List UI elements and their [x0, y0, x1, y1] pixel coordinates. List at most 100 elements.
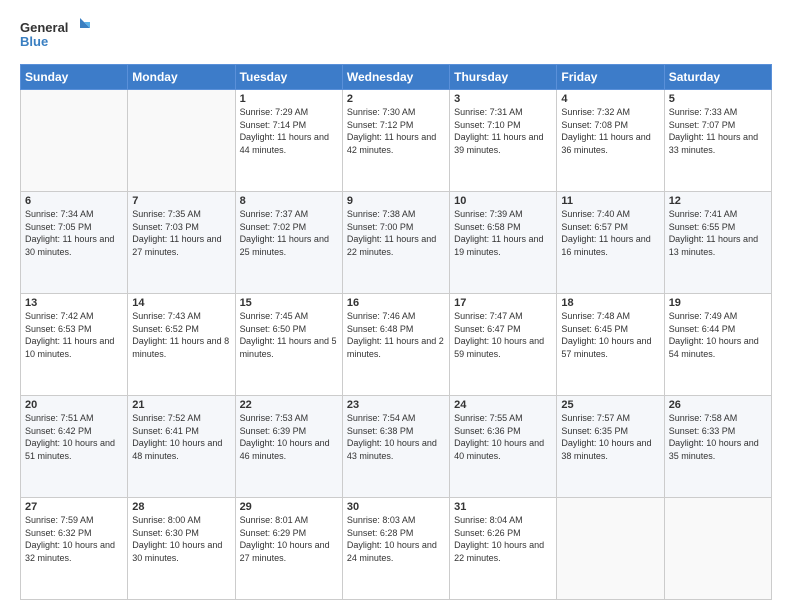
weekday-header-wednesday: Wednesday: [342, 65, 449, 90]
calendar-cell: 22Sunrise: 7:53 AM Sunset: 6:39 PM Dayli…: [235, 396, 342, 498]
day-info: Sunrise: 7:53 AM Sunset: 6:39 PM Dayligh…: [240, 412, 338, 462]
day-number: 13: [25, 297, 123, 309]
calendar-cell: [664, 498, 771, 600]
calendar-cell: 17Sunrise: 7:47 AM Sunset: 6:47 PM Dayli…: [450, 294, 557, 396]
day-info: Sunrise: 7:49 AM Sunset: 6:44 PM Dayligh…: [669, 310, 767, 360]
calendar-cell: 28Sunrise: 8:00 AM Sunset: 6:30 PM Dayli…: [128, 498, 235, 600]
calendar-cell: 4Sunrise: 7:32 AM Sunset: 7:08 PM Daylig…: [557, 90, 664, 192]
day-number: 5: [669, 93, 767, 105]
header: General Blue: [20, 16, 772, 54]
day-number: 2: [347, 93, 445, 105]
day-info: Sunrise: 7:55 AM Sunset: 6:36 PM Dayligh…: [454, 412, 552, 462]
day-info: Sunrise: 7:32 AM Sunset: 7:08 PM Dayligh…: [561, 106, 659, 156]
calendar-row: 13Sunrise: 7:42 AM Sunset: 6:53 PM Dayli…: [21, 294, 772, 396]
day-number: 25: [561, 399, 659, 411]
day-number: 14: [132, 297, 230, 309]
day-info: Sunrise: 7:54 AM Sunset: 6:38 PM Dayligh…: [347, 412, 445, 462]
day-info: Sunrise: 8:03 AM Sunset: 6:28 PM Dayligh…: [347, 514, 445, 564]
calendar-cell: 19Sunrise: 7:49 AM Sunset: 6:44 PM Dayli…: [664, 294, 771, 396]
calendar-row: 20Sunrise: 7:51 AM Sunset: 6:42 PM Dayli…: [21, 396, 772, 498]
day-info: Sunrise: 7:47 AM Sunset: 6:47 PM Dayligh…: [454, 310, 552, 360]
day-info: Sunrise: 7:48 AM Sunset: 6:45 PM Dayligh…: [561, 310, 659, 360]
day-info: Sunrise: 7:39 AM Sunset: 6:58 PM Dayligh…: [454, 208, 552, 258]
calendar-cell: 11Sunrise: 7:40 AM Sunset: 6:57 PM Dayli…: [557, 192, 664, 294]
day-info: Sunrise: 7:29 AM Sunset: 7:14 PM Dayligh…: [240, 106, 338, 156]
calendar-cell: [128, 90, 235, 192]
calendar-cell: 24Sunrise: 7:55 AM Sunset: 6:36 PM Dayli…: [450, 396, 557, 498]
calendar-cell: 5Sunrise: 7:33 AM Sunset: 7:07 PM Daylig…: [664, 90, 771, 192]
day-info: Sunrise: 7:38 AM Sunset: 7:00 PM Dayligh…: [347, 208, 445, 258]
day-number: 30: [347, 501, 445, 513]
calendar-cell: 15Sunrise: 7:45 AM Sunset: 6:50 PM Dayli…: [235, 294, 342, 396]
day-number: 8: [240, 195, 338, 207]
svg-text:Blue: Blue: [20, 34, 48, 49]
calendar-cell: 6Sunrise: 7:34 AM Sunset: 7:05 PM Daylig…: [21, 192, 128, 294]
day-number: 17: [454, 297, 552, 309]
day-info: Sunrise: 7:33 AM Sunset: 7:07 PM Dayligh…: [669, 106, 767, 156]
calendar-cell: 13Sunrise: 7:42 AM Sunset: 6:53 PM Dayli…: [21, 294, 128, 396]
day-number: 24: [454, 399, 552, 411]
day-number: 31: [454, 501, 552, 513]
calendar-cell: 8Sunrise: 7:37 AM Sunset: 7:02 PM Daylig…: [235, 192, 342, 294]
day-number: 21: [132, 399, 230, 411]
day-number: 19: [669, 297, 767, 309]
calendar-cell: 14Sunrise: 7:43 AM Sunset: 6:52 PM Dayli…: [128, 294, 235, 396]
day-info: Sunrise: 7:57 AM Sunset: 6:35 PM Dayligh…: [561, 412, 659, 462]
weekday-header-row: SundayMondayTuesdayWednesdayThursdayFrid…: [21, 65, 772, 90]
day-number: 23: [347, 399, 445, 411]
calendar-cell: 3Sunrise: 7:31 AM Sunset: 7:10 PM Daylig…: [450, 90, 557, 192]
calendar-row: 27Sunrise: 7:59 AM Sunset: 6:32 PM Dayli…: [21, 498, 772, 600]
day-info: Sunrise: 7:37 AM Sunset: 7:02 PM Dayligh…: [240, 208, 338, 258]
calendar-cell: 7Sunrise: 7:35 AM Sunset: 7:03 PM Daylig…: [128, 192, 235, 294]
day-number: 16: [347, 297, 445, 309]
day-info: Sunrise: 7:59 AM Sunset: 6:32 PM Dayligh…: [25, 514, 123, 564]
day-number: 27: [25, 501, 123, 513]
day-info: Sunrise: 7:34 AM Sunset: 7:05 PM Dayligh…: [25, 208, 123, 258]
day-info: Sunrise: 7:35 AM Sunset: 7:03 PM Dayligh…: [132, 208, 230, 258]
calendar-cell: [557, 498, 664, 600]
calendar-cell: 18Sunrise: 7:48 AM Sunset: 6:45 PM Dayli…: [557, 294, 664, 396]
day-info: Sunrise: 7:40 AM Sunset: 6:57 PM Dayligh…: [561, 208, 659, 258]
weekday-header-tuesday: Tuesday: [235, 65, 342, 90]
day-number: 15: [240, 297, 338, 309]
day-number: 26: [669, 399, 767, 411]
day-number: 22: [240, 399, 338, 411]
calendar-cell: 21Sunrise: 7:52 AM Sunset: 6:41 PM Dayli…: [128, 396, 235, 498]
day-number: 18: [561, 297, 659, 309]
day-info: Sunrise: 8:00 AM Sunset: 6:30 PM Dayligh…: [132, 514, 230, 564]
day-info: Sunrise: 8:01 AM Sunset: 6:29 PM Dayligh…: [240, 514, 338, 564]
day-info: Sunrise: 7:45 AM Sunset: 6:50 PM Dayligh…: [240, 310, 338, 360]
weekday-header-thursday: Thursday: [450, 65, 557, 90]
day-number: 28: [132, 501, 230, 513]
day-number: 10: [454, 195, 552, 207]
day-number: 12: [669, 195, 767, 207]
calendar-cell: 10Sunrise: 7:39 AM Sunset: 6:58 PM Dayli…: [450, 192, 557, 294]
calendar-cell: 27Sunrise: 7:59 AM Sunset: 6:32 PM Dayli…: [21, 498, 128, 600]
day-info: Sunrise: 7:52 AM Sunset: 6:41 PM Dayligh…: [132, 412, 230, 462]
day-number: 9: [347, 195, 445, 207]
day-info: Sunrise: 7:58 AM Sunset: 6:33 PM Dayligh…: [669, 412, 767, 462]
day-number: 4: [561, 93, 659, 105]
page: General Blue SundayMondayTuesdayWednesda…: [0, 0, 792, 612]
day-number: 1: [240, 93, 338, 105]
logo-svg: General Blue: [20, 16, 90, 54]
calendar-row: 1Sunrise: 7:29 AM Sunset: 7:14 PM Daylig…: [21, 90, 772, 192]
weekday-header-sunday: Sunday: [21, 65, 128, 90]
day-info: Sunrise: 7:42 AM Sunset: 6:53 PM Dayligh…: [25, 310, 123, 360]
calendar-cell: 23Sunrise: 7:54 AM Sunset: 6:38 PM Dayli…: [342, 396, 449, 498]
day-info: Sunrise: 7:51 AM Sunset: 6:42 PM Dayligh…: [25, 412, 123, 462]
weekday-header-monday: Monday: [128, 65, 235, 90]
calendar-cell: 20Sunrise: 7:51 AM Sunset: 6:42 PM Dayli…: [21, 396, 128, 498]
day-number: 6: [25, 195, 123, 207]
day-number: 20: [25, 399, 123, 411]
day-number: 29: [240, 501, 338, 513]
calendar-cell: 30Sunrise: 8:03 AM Sunset: 6:28 PM Dayli…: [342, 498, 449, 600]
calendar-cell: 2Sunrise: 7:30 AM Sunset: 7:12 PM Daylig…: [342, 90, 449, 192]
calendar-cell: 12Sunrise: 7:41 AM Sunset: 6:55 PM Dayli…: [664, 192, 771, 294]
calendar-cell: 25Sunrise: 7:57 AM Sunset: 6:35 PM Dayli…: [557, 396, 664, 498]
day-number: 3: [454, 93, 552, 105]
logo: General Blue: [20, 16, 90, 54]
calendar-cell: 9Sunrise: 7:38 AM Sunset: 7:00 PM Daylig…: [342, 192, 449, 294]
calendar-cell: 26Sunrise: 7:58 AM Sunset: 6:33 PM Dayli…: [664, 396, 771, 498]
svg-text:General: General: [20, 20, 68, 35]
